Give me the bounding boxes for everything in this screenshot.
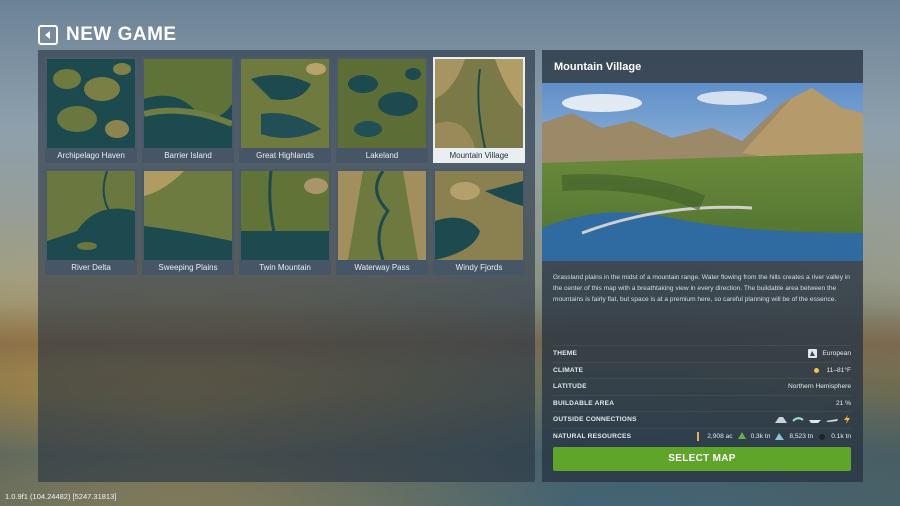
map-thumbnail bbox=[435, 170, 523, 260]
outside-connections-row: OUTSIDE CONNECTIONS bbox=[553, 411, 851, 428]
oil-icon bbox=[819, 433, 826, 440]
power-icon bbox=[844, 415, 850, 425]
map-tile-label: Sweeping Plains bbox=[142, 259, 234, 275]
map-tile-sweeping-plains[interactable]: Sweeping Plains bbox=[142, 168, 234, 275]
map-grid: Archipelago Haven Barrier Island Great H… bbox=[45, 57, 525, 275]
buildable-area-row: BUILDABLE AREA 21 % bbox=[553, 394, 851, 412]
climate-row: CLIMATE 11–81°F bbox=[553, 361, 851, 379]
resource-value: 2,908 ac bbox=[707, 432, 733, 440]
theme-row: THEME European bbox=[553, 345, 851, 362]
map-tile-label: Lakeland bbox=[336, 148, 428, 163]
map-tile-label: Archipelago Haven bbox=[45, 148, 137, 163]
map-thumbnail bbox=[47, 170, 135, 260]
map-tile-barrier-island[interactable]: Barrier Island bbox=[142, 57, 234, 163]
map-tile-windy-fjords[interactable]: Windy Fjords bbox=[433, 168, 525, 275]
header: NEW GAME bbox=[38, 24, 177, 46]
select-map-button[interactable]: SELECT MAP bbox=[553, 447, 851, 471]
map-tile-label: Great Highlands bbox=[239, 148, 331, 163]
map-tile-label: Mountain Village bbox=[433, 148, 525, 163]
map-tile-twin-mountain[interactable]: Twin Mountain bbox=[239, 168, 331, 275]
map-thumbnail bbox=[435, 59, 523, 148]
map-tile-lakeland[interactable]: Lakeland bbox=[336, 57, 428, 163]
map-tile-archipelago-haven[interactable]: Archipelago Haven bbox=[45, 57, 137, 163]
theme-value: European bbox=[822, 350, 851, 358]
train-icon bbox=[792, 417, 804, 422]
natural-resources-row: NATURAL RESOURCES 2,908 ac 0.3k tn 8,523… bbox=[553, 427, 851, 445]
back-button[interactable] bbox=[38, 25, 58, 45]
plane-icon bbox=[826, 418, 838, 422]
map-tile-label: Windy Fjords bbox=[433, 259, 525, 275]
map-tile-label: Barrier Island bbox=[142, 148, 234, 163]
map-thumbnail bbox=[338, 59, 426, 148]
resource-value: 0.3k tn bbox=[750, 432, 771, 440]
latitude-value: Northern Hemisphere bbox=[787, 383, 851, 391]
theme-icon bbox=[808, 349, 818, 359]
map-tile-great-highlands[interactable]: Great Highlands bbox=[239, 57, 331, 163]
back-arrow-icon bbox=[45, 31, 50, 39]
road-icon bbox=[775, 416, 787, 423]
page-title: NEW GAME bbox=[66, 24, 177, 45]
buildable-area-label: BUILDABLE AREA bbox=[553, 399, 615, 407]
latitude-row: LATITUDE Northern Hemisphere bbox=[553, 378, 851, 395]
map-thumbnail bbox=[241, 170, 329, 260]
fertile-land-icon bbox=[697, 431, 700, 441]
map-tile-label: Twin Mountain bbox=[239, 259, 331, 275]
map-thumbnail bbox=[47, 59, 135, 148]
climate-value: 11–81°F bbox=[826, 366, 851, 374]
version-string: 1.0.9f1 (104.24482) [5247.31813] bbox=[5, 492, 117, 501]
map-list-panel: Archipelago Haven Barrier Island Great H… bbox=[38, 50, 535, 482]
map-thumbnail bbox=[144, 59, 232, 148]
map-tile-waterway-pass[interactable]: Waterway Pass bbox=[336, 168, 428, 275]
map-tile-label: Waterway Pass bbox=[336, 259, 428, 275]
sun-icon bbox=[814, 367, 820, 373]
map-tile-river-delta[interactable]: River Delta bbox=[45, 168, 137, 275]
latitude-label: LATITUDE bbox=[553, 383, 587, 391]
map-description: Grassland plains in the midst of a mount… bbox=[553, 274, 850, 303]
map-preview-image bbox=[542, 83, 863, 261]
natural-resources-label: NATURAL RESOURCES bbox=[553, 432, 632, 440]
resource-value: 8,523 tn bbox=[789, 432, 814, 440]
ore-icon bbox=[775, 432, 785, 440]
forest-icon bbox=[737, 431, 746, 439]
map-tile-label: River Delta bbox=[45, 259, 137, 275]
map-thumbnail bbox=[338, 170, 426, 260]
map-properties: THEME European CLIMATE 11–81°F LATITUDE … bbox=[553, 345, 851, 444]
buildable-area-value: 21 % bbox=[835, 399, 851, 407]
map-tile-mountain-village[interactable]: Mountain Village bbox=[433, 57, 525, 163]
map-details-panel: Mountain Village Grassland plains in the… bbox=[542, 50, 863, 482]
map-thumbnail bbox=[241, 59, 329, 148]
resource-value: 0.1k tn bbox=[831, 432, 851, 440]
ship-icon bbox=[809, 419, 821, 423]
map-title: Mountain Village bbox=[554, 61, 642, 73]
theme-label: THEME bbox=[553, 350, 578, 358]
map-thumbnail bbox=[144, 170, 232, 260]
climate-label: CLIMATE bbox=[553, 366, 584, 374]
outside-connections-label: OUTSIDE CONNECTIONS bbox=[553, 416, 637, 424]
